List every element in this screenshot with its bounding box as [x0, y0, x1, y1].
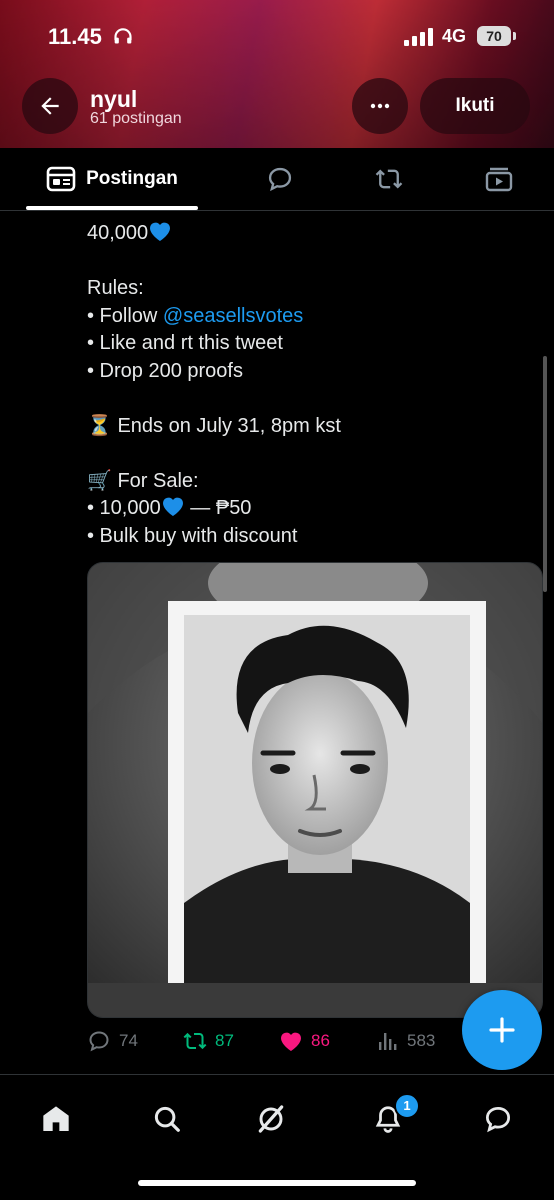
like-count: 86	[311, 1031, 330, 1050]
profile-header: nyul 61 postingan Ikuti	[0, 78, 554, 140]
home-indicator[interactable]	[138, 1180, 416, 1186]
search-icon	[154, 1106, 180, 1132]
post-line-like: • Like and rt this tweet	[87, 332, 283, 354]
profile-name: nyul	[90, 86, 138, 112]
post-line-amount: 40,000	[87, 220, 547, 248]
back-button[interactable]	[22, 78, 78, 134]
post-line-drop: • Drop 200 proofs	[87, 359, 243, 382]
price-value: — ₱50	[184, 497, 252, 519]
post-actions: 74 87 86 583	[87, 1026, 447, 1056]
price-amount: • 10,000	[87, 497, 161, 519]
post-image[interactable]	[87, 562, 543, 1018]
repost-count: 87	[215, 1031, 234, 1050]
battery-level: 70	[477, 26, 516, 46]
repost-action[interactable]: 87	[183, 1026, 234, 1056]
nav-home[interactable]	[36, 1099, 76, 1139]
repost-icon	[375, 169, 403, 189]
follow-prefix: • Follow	[87, 304, 163, 327]
signal-icon	[404, 28, 434, 51]
nav-divider	[0, 1074, 554, 1075]
reply-action[interactable]: 74	[87, 1026, 138, 1056]
hourglass-icon: ⏳	[87, 414, 112, 437]
post-text: 40,000 Rules: • Follow @seasellsvotes • …	[87, 220, 547, 550]
follow-button[interactable]: Ikuti	[420, 78, 530, 134]
media-icon	[485, 167, 513, 192]
grok-icon	[258, 1105, 284, 1133]
blue-heart-icon	[150, 222, 171, 241]
tab-posts-label: Postingan	[86, 168, 178, 189]
messages-icon	[485, 1106, 511, 1133]
status-bar: 11.45 4G 70	[0, 0, 554, 72]
nav-grok[interactable]	[251, 1099, 291, 1139]
heart-icon	[281, 1032, 301, 1051]
post-line-bulk: • Bulk buy with discount	[87, 524, 298, 547]
more-icon	[370, 103, 390, 109]
active-tab-indicator	[26, 206, 198, 210]
posts-count: 61 postingan	[90, 110, 182, 127]
status-time: 11.45	[48, 24, 102, 49]
tab-posts[interactable]: Postingan	[26, 148, 198, 210]
compose-button[interactable]	[462, 990, 542, 1070]
views-count: 583	[407, 1031, 436, 1050]
post-amount: 40,000	[87, 222, 149, 244]
plus-icon	[489, 1017, 515, 1043]
nav-search[interactable]	[147, 1099, 187, 1139]
like-action[interactable]: 86	[279, 1026, 330, 1056]
repost-icon	[183, 1032, 207, 1050]
tab-media[interactable]	[479, 148, 519, 210]
forsale-text: For Sale:	[117, 469, 199, 492]
nav-messages[interactable]	[478, 1099, 518, 1139]
more-options-button[interactable]	[352, 78, 408, 134]
post-line-rules: Rules:	[87, 277, 144, 299]
blue-heart-icon	[162, 497, 183, 516]
home-icon	[43, 1106, 69, 1131]
mention-link[interactable]: @seasellsvotes	[163, 305, 303, 327]
post-line-follow: • Follow @seasellsvotes	[87, 303, 547, 331]
bottom-nav: 1	[0, 1085, 554, 1155]
cart-icon: 🛒	[87, 469, 112, 492]
tab-reposts[interactable]	[369, 148, 409, 210]
back-arrow-icon	[41, 97, 59, 115]
network-type: 4G	[442, 26, 467, 46]
headphones-icon	[113, 26, 133, 51]
portrait-photo	[88, 563, 542, 1017]
ends-text: Ends on July 31, 8pm kst	[117, 414, 341, 437]
views-action[interactable]: 583	[377, 1026, 435, 1056]
reply-count: 74	[119, 1031, 138, 1050]
post-line-ends: ⏳ Ends on July 31, 8pm kst	[87, 413, 547, 441]
reply-icon	[268, 167, 292, 192]
views-icon	[379, 1033, 397, 1050]
profile-tabs: Postingan	[0, 148, 554, 211]
tab-replies[interactable]	[260, 148, 300, 210]
post-line-price: • 10,000 — ₱50	[87, 495, 547, 523]
post-line-forsale: 🛒 For Sale:	[87, 468, 547, 496]
notifications-badge: 1	[394, 1093, 420, 1119]
reply-icon	[89, 1031, 109, 1052]
feed-icon	[46, 166, 76, 192]
scrollbar[interactable]	[543, 356, 547, 592]
